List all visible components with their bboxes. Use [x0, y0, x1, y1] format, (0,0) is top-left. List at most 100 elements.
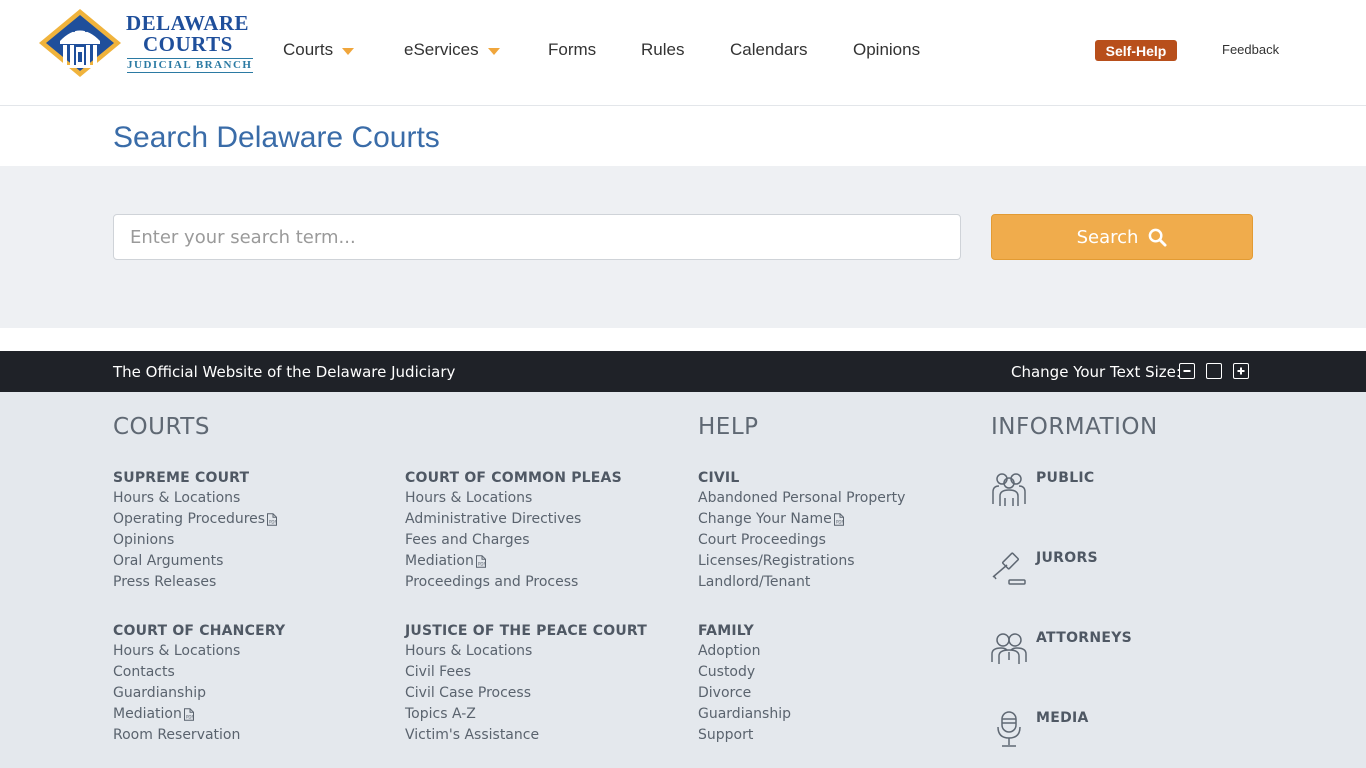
- nav-eservices[interactable]: eServices: [404, 40, 500, 60]
- svg-text:PDF: PDF: [836, 520, 844, 525]
- nav-courts-label: Courts: [283, 40, 334, 59]
- svg-text:PDF: PDF: [186, 715, 194, 720]
- link-label: Proceedings and Process: [405, 574, 579, 590]
- footer-link[interactable]: Hours & Locations: [405, 488, 685, 509]
- group-title[interactable]: COURT OF COMMON PLEAS: [405, 468, 685, 488]
- link-label: Hours & Locations: [405, 643, 533, 659]
- link-label: Adoption: [698, 643, 761, 659]
- pdf-icon: PDF: [475, 555, 486, 568]
- group-title[interactable]: COURT OF CHANCERY: [113, 621, 393, 641]
- link-label: Victim's Assistance: [405, 727, 540, 743]
- nav-calendars[interactable]: Calendars: [730, 40, 808, 60]
- footer-link[interactable]: Divorce: [698, 683, 978, 704]
- footer-link[interactable]: Abandoned Personal Property: [698, 488, 978, 509]
- caret-down-icon: [487, 47, 500, 55]
- footer-link[interactable]: Change Your Name PDF: [698, 509, 978, 530]
- footer-link[interactable]: Press Releases: [113, 572, 393, 593]
- footer-link[interactable]: Landlord/Tenant: [698, 572, 978, 593]
- site-header: DELAWARE COURTS JUDICIAL BRANCH Courts e…: [0, 0, 1366, 106]
- footer-link[interactable]: Support: [698, 725, 978, 746]
- link-label: Administrative Directives: [405, 511, 582, 527]
- justice-of-the-peace-court-group: JUSTICE OF THE PEACE COURT Hours & Locat…: [405, 621, 685, 746]
- footer-link[interactable]: Guardianship: [113, 683, 393, 704]
- search-icon: [1149, 228, 1167, 247]
- footer-link[interactable]: Adoption: [698, 641, 978, 662]
- courthouse-logo-icon: [39, 9, 121, 77]
- information-public[interactable]: PUBLIC: [991, 470, 1095, 508]
- link-label: Civil Fees: [405, 664, 471, 680]
- footer-link[interactable]: Proceedings and Process: [405, 572, 685, 593]
- footer-link[interactable]: Mediation PDF: [113, 704, 393, 725]
- link-label: Licenses/Registrations: [698, 553, 855, 569]
- link-label: Custody: [698, 664, 756, 680]
- link-label: Divorce: [698, 685, 752, 701]
- gavel-icon: [992, 552, 1026, 585]
- footer-link[interactable]: Victim's Assistance: [405, 725, 685, 746]
- courts-heading: COURTS: [113, 414, 210, 440]
- footer-link[interactable]: Custody: [698, 662, 978, 683]
- footer-link[interactable]: Court Proceedings: [698, 530, 978, 551]
- link-label: Change Your Name: [698, 511, 832, 527]
- information-jurors-label: JURORS: [1036, 550, 1098, 566]
- microphone-icon: [997, 711, 1021, 747]
- nav-forms[interactable]: Forms: [548, 40, 596, 60]
- link-label: Contacts: [113, 664, 175, 680]
- footer-link[interactable]: Hours & Locations: [113, 641, 393, 662]
- link-label: Mediation: [405, 553, 474, 569]
- pdf-icon: PDF: [183, 708, 194, 721]
- nav-rules-label: Rules: [641, 40, 685, 59]
- information-jurors[interactable]: JURORS: [991, 550, 1098, 588]
- link-label: Guardianship: [113, 685, 206, 701]
- official-website-text: The Official Website of the Delaware Jud…: [113, 363, 456, 381]
- search-button[interactable]: Search: [991, 214, 1253, 260]
- information-media-label: MEDIA: [1036, 710, 1089, 726]
- pdf-icon: PDF: [833, 513, 844, 526]
- footer-link[interactable]: Room Reservation: [113, 725, 393, 746]
- plus-icon: [1237, 367, 1245, 375]
- footer-link[interactable]: Topics A-Z: [405, 704, 685, 725]
- text-size-label: Change Your Text Size:: [1011, 363, 1181, 381]
- footer-link[interactable]: Civil Case Process: [405, 683, 685, 704]
- footer-link[interactable]: Civil Fees: [405, 662, 685, 683]
- group-title[interactable]: JUSTICE OF THE PEACE COURT: [405, 621, 685, 641]
- footer-link[interactable]: Licenses/Registrations: [698, 551, 978, 572]
- footer-link[interactable]: Hours & Locations: [405, 641, 685, 662]
- link-label: Mediation: [113, 706, 182, 722]
- link-label: Landlord/Tenant: [698, 574, 811, 590]
- feedback-link[interactable]: Feedback: [1222, 42, 1279, 57]
- page-title: Search Delaware Courts: [113, 121, 440, 154]
- link-label: Civil Case Process: [405, 685, 531, 701]
- footer-link[interactable]: Contacts: [113, 662, 393, 683]
- group-title[interactable]: CIVIL: [698, 468, 978, 488]
- self-help-button[interactable]: Self-Help: [1095, 40, 1177, 61]
- footer-link[interactable]: Oral Arguments: [113, 551, 393, 572]
- nav-opinions[interactable]: Opinions: [853, 40, 920, 60]
- group-title[interactable]: FAMILY: [698, 621, 978, 641]
- site-logo[interactable]: DELAWARE COURTS JUDICIAL BRANCH: [38, 8, 253, 78]
- information-attorneys[interactable]: ATTORNEYS: [991, 630, 1132, 668]
- logo-line-courts: COURTS: [143, 32, 233, 56]
- link-label: Guardianship: [698, 706, 791, 722]
- nav-rules[interactable]: Rules: [641, 40, 684, 60]
- increase-text-size-button[interactable]: [1233, 363, 1249, 379]
- footer-link[interactable]: Fees and Charges: [405, 530, 685, 551]
- link-label: Support: [698, 727, 754, 743]
- footer-link[interactable]: Operating Procedures PDF: [113, 509, 393, 530]
- help-heading: HELP: [698, 414, 759, 440]
- help-civil-group: CIVIL Abandoned Personal Property Change…: [698, 468, 978, 593]
- reset-text-size-button[interactable]: [1206, 363, 1222, 379]
- footer-link[interactable]: Mediation PDF: [405, 551, 685, 572]
- group-title[interactable]: SUPREME COURT: [113, 468, 393, 488]
- footer-link[interactable]: Guardianship: [698, 704, 978, 725]
- footer-link[interactable]: Opinions: [113, 530, 393, 551]
- nav-opinions-label: Opinions: [853, 40, 921, 59]
- footer-link[interactable]: Hours & Locations: [113, 488, 393, 509]
- information-media[interactable]: MEDIA: [991, 710, 1089, 748]
- search-input[interactable]: [113, 214, 961, 260]
- information-attorneys-label: ATTORNEYS: [1036, 630, 1133, 646]
- decrease-text-size-button[interactable]: [1179, 363, 1195, 379]
- link-label: Hours & Locations: [405, 490, 533, 506]
- footer-link[interactable]: Administrative Directives: [405, 509, 685, 530]
- information-public-label: PUBLIC: [1036, 470, 1095, 486]
- nav-courts[interactable]: Courts: [283, 40, 355, 60]
